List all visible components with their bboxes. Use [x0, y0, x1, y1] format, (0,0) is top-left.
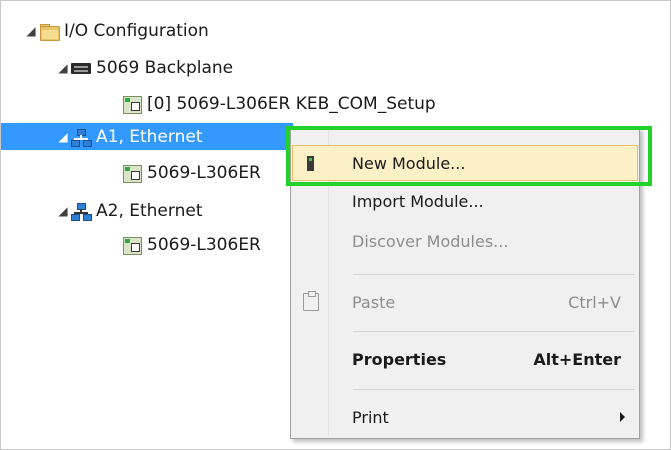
menu-item-paste[interactable]: Paste Ctrl+V	[293, 285, 637, 319]
menu-item-label: Discover Modules...	[352, 231, 509, 251]
new-module-icon	[293, 155, 328, 171]
menu-item-label: Print	[352, 407, 389, 427]
menu-item-import-module[interactable]: Import Module...	[293, 184, 637, 218]
tree-item-label: 5069 Backplane	[96, 57, 234, 78]
menu-separator	[353, 274, 635, 275]
folder-icon	[39, 22, 60, 41]
expand-arrow-icon[interactable]: ◢	[55, 61, 71, 75]
module-icon	[122, 95, 142, 114]
module-icon	[122, 164, 142, 183]
menu-item-label: Import Module...	[352, 191, 484, 211]
tree-item-a1-module[interactable]: 5069-L306ER	[122, 159, 261, 186]
menu-item-label: Properties	[352, 349, 447, 369]
menu-item-shortcut: Alt+Enter	[533, 349, 621, 369]
tree-item-5069-backplane[interactable]: ◢ 5069 Backplane	[55, 54, 233, 81]
expand-arrow-icon[interactable]: ◢	[55, 130, 71, 144]
tree-item-label: A1, Ethernet	[96, 126, 203, 147]
network-icon	[71, 128, 92, 147]
tree-item-label: 5069-L306ER	[147, 234, 261, 255]
tree-item-a2-ethernet[interactable]: ◢ A2, Ethernet	[55, 197, 202, 224]
menu-item-properties[interactable]: Properties Alt+Enter	[293, 342, 637, 376]
context-menu: New Module... Import Module... Discover …	[290, 127, 640, 439]
menu-item-new-module[interactable]: New Module...	[292, 145, 638, 181]
network-icon	[71, 202, 92, 221]
tree-item-label: 5069-L306ER	[147, 162, 261, 183]
tree-item-a1-ethernet[interactable]: ◢ A1, Ethernet	[1, 123, 293, 150]
tree-item-a2-module[interactable]: 5069-L306ER	[122, 231, 261, 258]
expand-arrow-icon[interactable]: ◢	[23, 24, 39, 38]
submenu-arrow-icon	[620, 412, 625, 422]
module-icon	[122, 236, 142, 255]
backplane-icon	[71, 59, 91, 77]
menu-item-shortcut: Ctrl+V	[568, 292, 621, 312]
menu-item-print[interactable]: Print	[293, 400, 637, 434]
tree-item-label: [0] 5069-L306ER KEB_COM_Setup	[147, 93, 436, 114]
menu-item-label: Paste	[352, 292, 396, 312]
tree-item-io-configuration[interactable]: ◢ I/O Configuration	[23, 17, 209, 44]
tree-item-label: A2, Ethernet	[96, 200, 203, 221]
paste-icon	[293, 291, 328, 311]
menu-separator	[353, 389, 635, 390]
menu-separator	[353, 331, 635, 332]
expand-arrow-icon[interactable]: ◢	[55, 204, 71, 218]
menu-item-discover-modules[interactable]: Discover Modules...	[293, 224, 637, 258]
menu-item-label: New Module...	[352, 153, 466, 173]
tree-item-label: I/O Configuration	[64, 20, 209, 41]
tree-item-controller-module[interactable]: [0] 5069-L306ER KEB_COM_Setup	[122, 90, 436, 117]
